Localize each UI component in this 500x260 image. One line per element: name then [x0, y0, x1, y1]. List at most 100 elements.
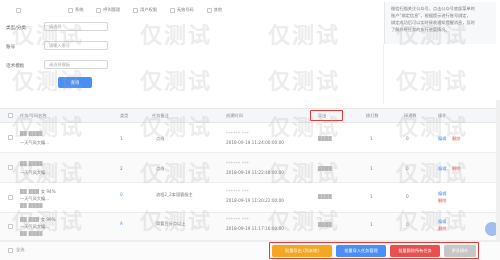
row-delete-link[interactable]: 删除 — [438, 198, 446, 204]
row-calls: 1 — [370, 136, 373, 141]
row-connected: 0 — [406, 222, 409, 227]
row-name-masked: ██ ███ — [20, 189, 41, 194]
select-all-label: 全选 — [16, 247, 25, 252]
checkbox[interactable] — [96, 7, 102, 13]
vertical-scrollbar[interactable] — [496, 100, 500, 240]
row-type: 2 — [120, 166, 123, 171]
col-header-name: 任务/号码名称 — [20, 112, 47, 118]
template-select[interactable]: 请选择模板 — [44, 60, 108, 69]
select-all-checkbox[interactable] — [8, 248, 13, 253]
checkbox[interactable] — [68, 7, 73, 13]
col-header-calls: 拨打数 — [366, 112, 379, 118]
row-remark: 点线 — [156, 166, 165, 171]
row-edit-link[interactable]: 编辑 — [438, 219, 446, 225]
row-checkbox[interactable] — [8, 224, 13, 229]
row-sub-name: 一天气风大编... — [20, 196, 50, 201]
watermark: 仅测试 — [140, 70, 213, 95]
checkbox-option-invalid[interactable]: 无效号码 — [169, 7, 194, 13]
row-checkbox[interactable] — [8, 165, 13, 170]
checkbox-option-call[interactable]: 呼叫管理 — [96, 7, 120, 13]
col-header-connected: 接通数 — [404, 112, 417, 118]
row-name: 一天气风大编... — [20, 170, 50, 175]
batch-delete-button[interactable]: 批量删除所有任务 — [390, 245, 440, 257]
row-masked: ****** *** — [226, 161, 250, 166]
row-calls: 1 — [370, 222, 373, 227]
checkbox-option-system[interactable]: 系统 — [68, 7, 83, 13]
row-sub-masked: ██ ████ — [20, 231, 43, 236]
row-export-masked: ████ — [318, 222, 333, 227]
notice-panel: 微信扫描关注公众号，点击公众号底部菜单的 账户“绑定信息”，根据提示进行账号绑定… — [384, 2, 496, 44]
row-time: 2018-09-19 11:24:00:00:00 — [226, 140, 284, 145]
row-sub-masked: ██ ████ — [20, 203, 43, 208]
row-remark: 简要百分点以上 — [156, 221, 186, 226]
checkbox[interactable] — [16, 7, 21, 13]
checkbox-option-permission[interactable]: 用户权限 — [133, 7, 157, 13]
account-input[interactable]: 请输入账号 — [44, 41, 108, 50]
batch-export-button[interactable]: 批量导出 (到本地) — [272, 245, 332, 257]
row-remark: 流程2_2本国客服主 — [156, 192, 193, 197]
row-masked: ****** *** — [226, 131, 250, 136]
row-time: 2018-09-19 11:20:22:00:00 — [226, 198, 284, 203]
row-export-masked: ████ — [318, 136, 333, 141]
row-delete-link[interactable]: 删除 — [438, 226, 446, 232]
table-row[interactable]: ██ ████ 一天气风大编... 2 点线 ****** *** 2018-0… — [0, 153, 500, 183]
notice-line: 账户“绑定信息”，根据提示进行账号绑定， — [391, 13, 471, 18]
checkbox[interactable] — [169, 7, 175, 13]
row-delete-link[interactable]: 删除 — [452, 136, 460, 142]
notice-line: 微信扫描关注公众号，点击公众号底部菜单的 — [391, 6, 475, 11]
table-row[interactable]: ██ ████ 一天气风大编... 1 点线 ****** *** 2018-0… — [0, 123, 500, 153]
row-export-masked: ████ — [318, 166, 333, 171]
checkbox[interactable] — [133, 7, 139, 13]
watermark: 仅测试 — [140, 24, 213, 49]
header-checkbox[interactable] — [8, 113, 13, 118]
row-edit-link[interactable]: 编辑 — [438, 166, 446, 172]
row-checkbox[interactable] — [8, 195, 13, 200]
filter-checkbox-strip: 系统 呼叫管理 用户权限 无效号码 其他 — [16, 5, 346, 15]
col-header-time: 创建时间 — [226, 112, 243, 118]
row-connected: 0 — [406, 194, 409, 199]
row-name-masked: ██ ████ — [20, 131, 43, 136]
row-type: 1 — [120, 136, 123, 141]
checkbox-option-other[interactable]: 其他 — [206, 7, 222, 13]
checkbox[interactable] — [206, 7, 212, 13]
watermark: 仅测试 — [396, 70, 469, 95]
row-name-masked: ██ ███ — [20, 217, 41, 222]
table-row[interactable]: ██ ███ 女 94% 一天气风大编... ██ ████ 0 流程2_2本国… — [0, 183, 500, 213]
table-header: 任务/号码名称 类型 任务备注 创建时间 导出 拨打数 接通数 操作 — [0, 108, 500, 123]
row-edit-link[interactable]: 编辑 — [438, 191, 446, 197]
row-delete-link[interactable]: 删除 — [452, 166, 460, 172]
row-remark: 点线 — [156, 136, 165, 141]
batch-import-button[interactable]: 批量导入任务管理 — [336, 245, 386, 257]
more-actions-button[interactable]: 更多操作 — [444, 245, 476, 257]
table-row[interactable]: ██ ███ 女 99% 一天气风大编... ██ ████ A 简要百分点以上… — [0, 213, 500, 241]
row-masked: ****** *** — [226, 189, 250, 194]
row-checkbox[interactable] — [8, 135, 13, 140]
panel-divider — [383, 44, 384, 104]
row-time: 2018-09-19 11:17:16:00:00 — [226, 226, 284, 231]
row-sub-name: 一天气风大编... — [20, 224, 50, 229]
col-header-actions: 操作 — [438, 112, 447, 118]
account-label: 账号 — [6, 45, 16, 50]
type-select[interactable]: 请选择 — [44, 22, 108, 31]
template-label: 话术模板 — [6, 64, 25, 69]
row-time: 2018-09-19 11:22:48:00:00 — [226, 170, 284, 175]
row-edit-link[interactable]: 编辑 — [438, 136, 446, 142]
query-button[interactable]: 查询 — [58, 77, 92, 88]
type-label: 类型/分类 — [6, 26, 26, 31]
col-header-remark: 任务备注 — [152, 112, 169, 118]
row-export-masked: ████ — [318, 194, 333, 199]
row-name-masked: ██ ████ — [20, 161, 43, 166]
row-masked: ****** *** — [226, 217, 250, 222]
watermark: 仅测试 — [268, 24, 341, 49]
notice-line: 了解外呼任务的执行进度情况。 — [391, 27, 450, 32]
row-calls: 1 — [370, 194, 373, 199]
notice-line: 绑定成功后可以实时接收通知提醒消息，及时 — [391, 20, 475, 25]
row-name: 一天气风大编... — [20, 140, 50, 145]
row-connected: 0 — [406, 166, 409, 171]
highlight-box-export — [310, 110, 343, 121]
row-connected: 0 — [406, 136, 409, 141]
checkbox-option-blank[interactable] — [16, 7, 23, 13]
row-calls: 1 — [370, 166, 373, 171]
watermark: 仅测试 — [268, 70, 341, 95]
row-type: A — [120, 221, 123, 226]
